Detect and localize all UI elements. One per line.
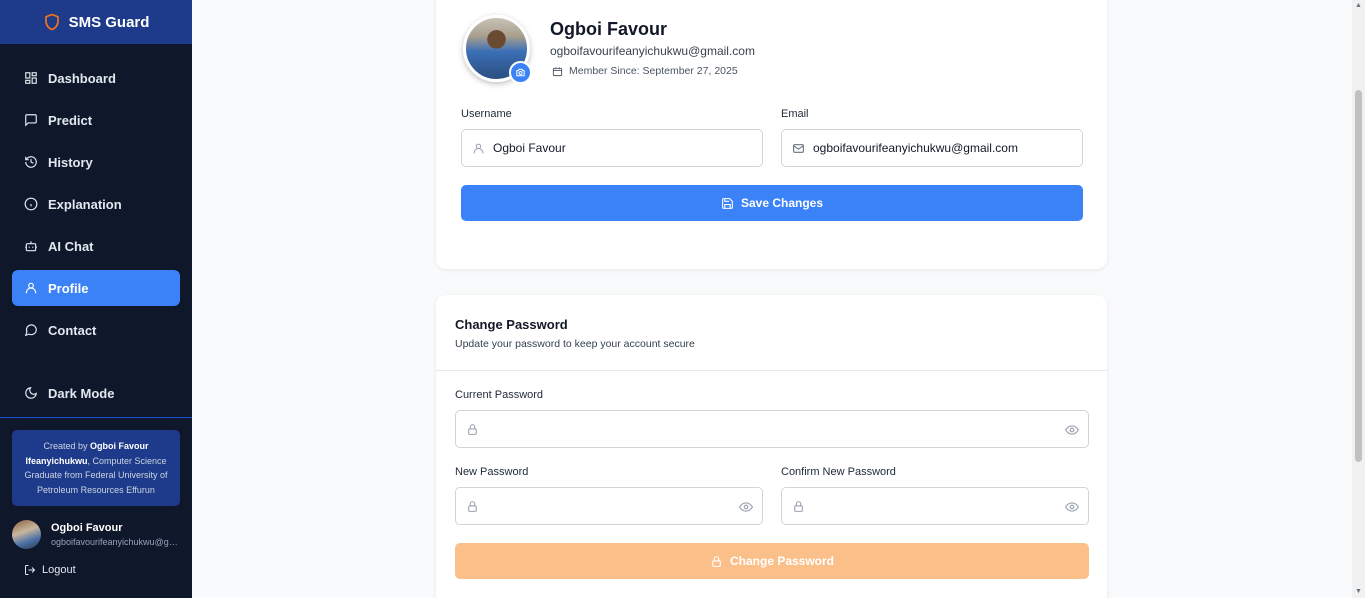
avatar — [12, 519, 41, 549]
user-email: ogboifavourifeanyichukwu@gmail.com — [51, 536, 179, 547]
sidebar-item-contact[interactable]: Contact — [12, 312, 180, 348]
card-divider — [436, 370, 1107, 371]
scrollbar-thumb[interactable] — [1355, 90, 1362, 462]
sidebar-item-label: Profile — [48, 280, 89, 296]
mail-icon — [793, 143, 804, 153]
email-label: Email — [781, 108, 809, 120]
chat-icon — [25, 114, 37, 127]
confirm-password-field[interactable] — [781, 487, 1089, 525]
change-photo-button[interactable] — [509, 61, 532, 84]
email-value: ogboifavourifeanyichukwu@gmail.com — [813, 141, 1018, 155]
change-password-label: Change Password — [729, 554, 835, 568]
eye-icon[interactable] — [739, 500, 753, 514]
eye-icon[interactable] — [1065, 423, 1079, 437]
member-since-text: Member Since: September 27, 2025 — [569, 65, 738, 77]
sidebar-item-label: Dashboard — [48, 70, 116, 86]
grid-icon — [25, 72, 37, 84]
scroll-up-arrow[interactable]: ▲ — [1355, 2, 1362, 10]
save-changes-label: Save Changes — [740, 196, 824, 210]
sidebar-item-history[interactable]: History — [12, 144, 180, 180]
scroll-down-arrow[interactable]: ▼ — [1355, 588, 1362, 596]
credit-box: Created by Ogboi Favour Ifeanyichukwu, C… — [12, 430, 180, 506]
logout-icon — [25, 565, 36, 575]
logout-label: Logout — [42, 564, 76, 576]
sidebar-item-predict[interactable]: Predict — [12, 102, 180, 138]
sidebar-divider — [0, 417, 192, 418]
username-field[interactable]: Ogboi Favour — [461, 129, 763, 167]
change-password-button[interactable]: Change Password — [455, 543, 1089, 579]
camera-icon — [516, 68, 525, 77]
current-password-field[interactable] — [455, 410, 1089, 448]
new-password-label: New Password — [455, 466, 529, 478]
brand-name: SMS Guard — [68, 13, 150, 31]
user-name: Ogboi Favour — [51, 521, 123, 534]
credit-prefix: Created by — [43, 441, 91, 451]
calendar-icon — [552, 66, 563, 76]
brand-header[interactable]: SMS Guard — [0, 0, 192, 44]
sidebar-item-label: History — [48, 154, 93, 170]
change-password-title: Change Password — [455, 317, 568, 332]
dark-mode-label: Dark Mode — [48, 385, 115, 401]
sidebar: SMS Guard Dashboard Predict History Expl… — [0, 0, 192, 598]
profile-name: Ogboi Favour — [550, 19, 667, 39]
confirm-password-label: Confirm New Password — [781, 466, 896, 478]
save-icon — [722, 197, 733, 209]
sidebar-item-label: Explanation — [48, 196, 122, 212]
robot-icon — [25, 241, 37, 252]
user-icon — [473, 143, 484, 153]
sidebar-item-explanation[interactable]: Explanation — [12, 186, 180, 222]
lock-icon — [468, 423, 477, 435]
sidebar-item-label: Predict — [48, 112, 93, 128]
sidebar-item-profile[interactable]: Profile — [12, 270, 180, 306]
sidebar-user[interactable]: Ogboi Favour ogboifavourifeanyichukwu@gm… — [12, 518, 184, 550]
sidebar-nav: Dashboard Predict History Explanation AI… — [12, 60, 180, 354]
sidebar-item-dashboard[interactable]: Dashboard — [12, 60, 180, 96]
save-changes-button[interactable]: Save Changes — [461, 185, 1083, 221]
lock-icon — [468, 500, 477, 512]
sidebar-item-label: Contact — [48, 322, 97, 338]
logout-button[interactable]: Logout — [24, 564, 76, 576]
eye-icon[interactable] — [1065, 500, 1079, 514]
scrollbar[interactable]: ▲ ▼ — [1352, 0, 1365, 598]
lock-icon — [794, 500, 803, 512]
message-circle-icon — [24, 324, 37, 337]
dark-mode-toggle[interactable]: Dark Mode — [12, 375, 180, 411]
shield-icon — [44, 13, 59, 31]
username-value: Ogboi Favour — [493, 141, 566, 155]
info-icon — [24, 197, 38, 211]
member-since: Member Since: September 27, 2025 — [552, 65, 738, 77]
current-password-label: Current Password — [455, 389, 544, 401]
history-icon — [25, 156, 37, 168]
email-field[interactable]: ogboifavourifeanyichukwu@gmail.com — [781, 129, 1083, 167]
sidebar-item-ai-chat[interactable]: AI Chat — [12, 228, 180, 264]
profile-email: ogboifavourifeanyichukwu@gmail.com — [550, 44, 755, 58]
user-icon — [25, 282, 37, 294]
new-password-field[interactable] — [455, 487, 763, 525]
username-label: Username — [461, 108, 512, 120]
lock-icon — [712, 555, 721, 567]
sidebar-item-label: AI Chat — [48, 238, 94, 254]
moon-icon — [25, 387, 37, 399]
change-password-subtitle: Update your password to keep your accoun… — [455, 338, 695, 350]
